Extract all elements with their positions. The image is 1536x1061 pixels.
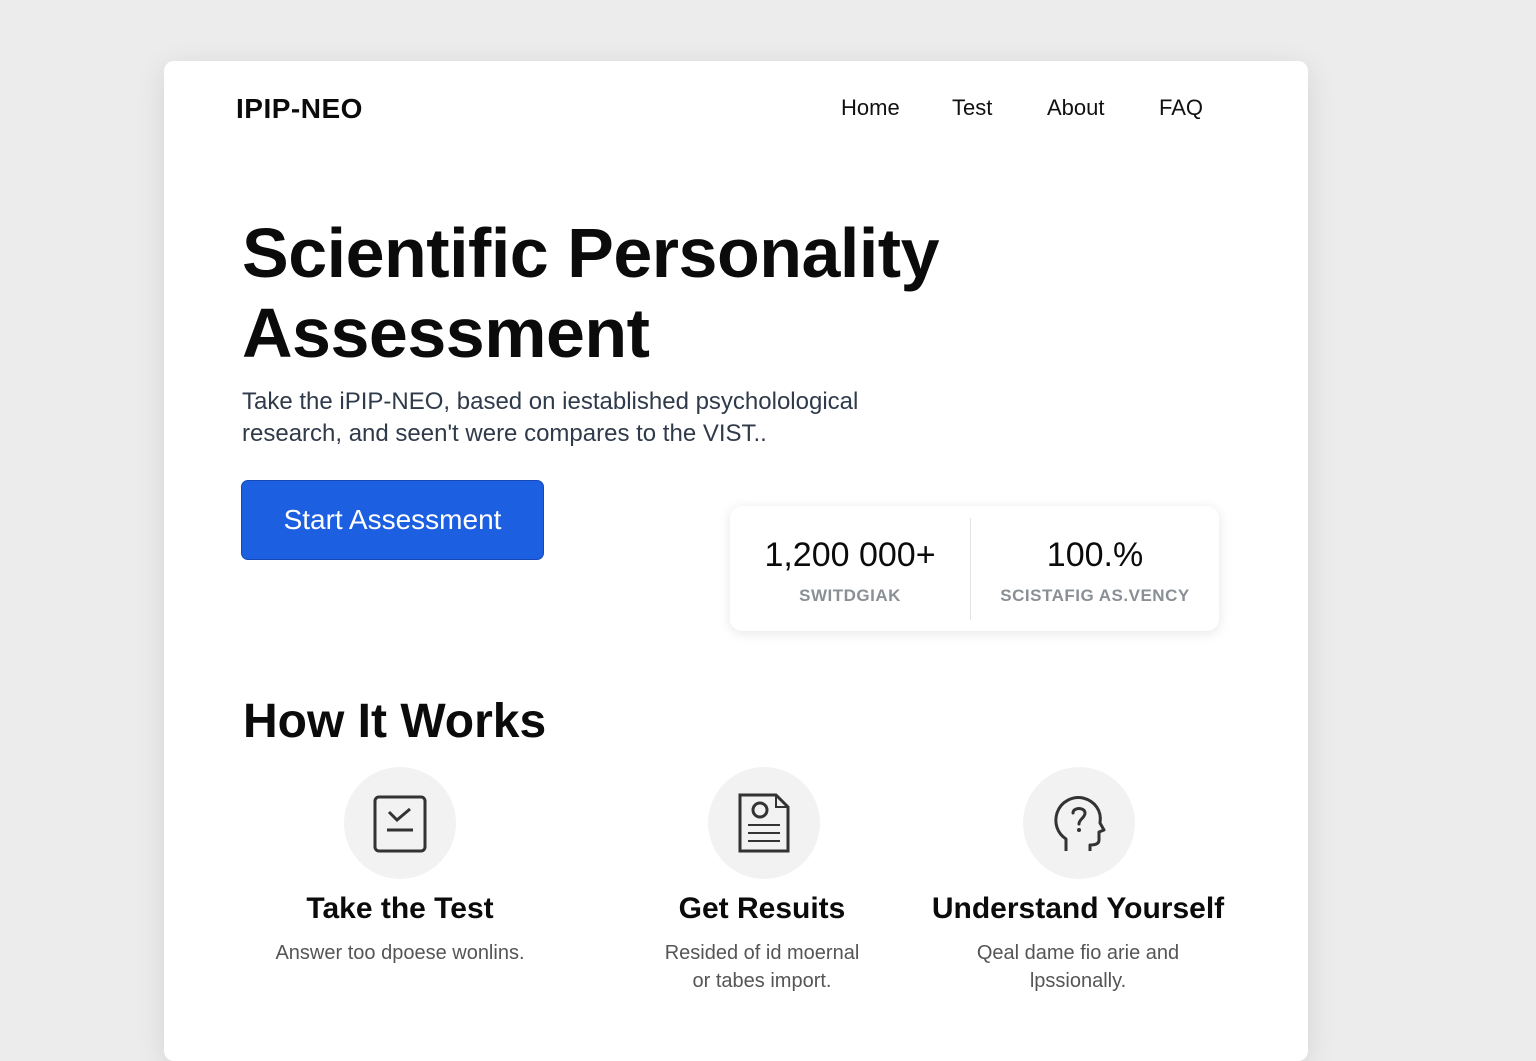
document-icon [738,793,790,853]
step-desc: Answer too dpoese wonlins. [230,939,570,967]
step-desc: Resided of id moernal or tabes import. [592,939,932,995]
step-understand-yourself: Understand Yourself Qeal dame fio arie a… [908,767,1248,1007]
stat-validity: 100.% SCISTAFIG AS.VENCY [971,506,1219,631]
nav-home[interactable]: Home [841,95,900,121]
step-desc-line2: lpssionally. [1029,970,1127,992]
top-nav: Home Test About FAQ [164,95,1308,125]
stat-label: SCISTAFIG AS.VENCY [1000,586,1190,605]
step-title: Get Resuits [678,892,846,925]
hero-subtitle-line2: research, and seen't were compares to th… [242,420,767,447]
hero-subtitle-line1: Take the iPIP-NEO, based on iestablished… [242,388,859,415]
stat-label: SWITDGIAK [799,586,901,605]
step-icon-circle [1023,767,1135,879]
stat-value: 1,200 000+ [764,536,936,574]
head-profile-icon [1054,796,1106,851]
step-icon-circle [708,767,820,879]
nav-test[interactable]: Test [952,95,992,121]
start-assessment-button[interactable]: Start Assessment [241,480,544,560]
stats-card: 1,200 000+ SWITDGIAK 100.% SCISTAFIG AS.… [730,506,1219,631]
hero-title-line1: Scientific Personality [242,214,940,292]
step-icon-circle [344,767,456,879]
step-desc-line2: or tabes import. [692,970,832,992]
step-desc-line1: Answer too dpoese wonlins. [275,942,525,964]
stat-value: 100.% [1046,536,1144,574]
hero-title-line2: Assessment [242,294,650,372]
step-title: Take the Test [306,892,494,925]
step-desc-line1: Resided of id moernal [664,942,860,964]
how-it-works-title: How It Works [243,695,547,748]
nav-about[interactable]: About [1047,95,1105,121]
main-card: IPIP-NEO Home Test About FAQ Scientific … [164,61,1308,1061]
step-desc-line1: Qeal dame fio arie and [976,942,1180,964]
step-take-test: Take the Test Answer too dpoese wonlins. [230,767,570,1007]
checklist-icon [373,795,427,853]
hero-subtitle: Take the iPIP-NEO, based on iestablished… [242,386,922,450]
stat-participants: 1,200 000+ SWITDGIAK [730,506,970,631]
step-get-results: Get Resuits Resided of id moernal or tab… [592,767,932,1007]
step-title: Understand Yourself [931,892,1225,925]
hero-title: Scientific Personality Assessment [242,213,1002,373]
step-desc: Qeal dame fio arie and lpssionally. [908,939,1248,995]
nav-faq[interactable]: FAQ [1159,95,1203,121]
